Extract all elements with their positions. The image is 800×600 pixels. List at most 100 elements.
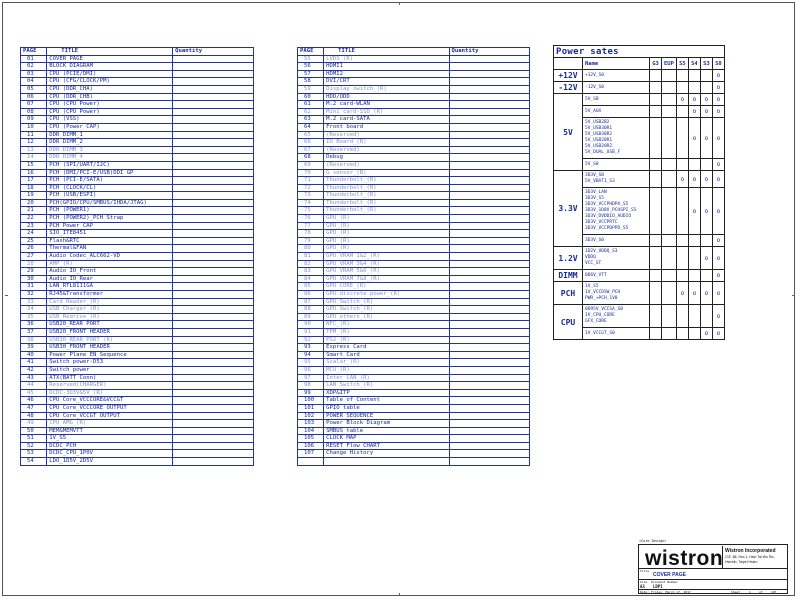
- index-row: 30 Audio IO_Rear: [19, 274, 254, 284]
- page-quantity: [448, 153, 531, 162]
- rail-names: +12V_S0: [582, 69, 650, 82]
- rail-names: 1V_S5 1V_VCCDSW_PCH PWR_+PCH_1V0: [582, 281, 650, 305]
- rail-group-label: PCH: [553, 281, 583, 305]
- index-row: 94 Smart Card: [296, 350, 531, 360]
- rail-names: 5V_S0: [582, 158, 650, 171]
- state-cell: o: [687, 105, 701, 118]
- page-number: 103: [296, 419, 325, 428]
- state-cell: [649, 269, 662, 282]
- page-number: 45: [19, 388, 48, 398]
- page-title: SMBUS table: [323, 426, 450, 436]
- state-on-mark: o: [704, 289, 709, 297]
- state-on-mark: o: [716, 72, 721, 79]
- state-on-mark: o: [680, 96, 685, 103]
- index-row: 78 GPU_(R): [296, 229, 531, 238]
- index-row: 63 M.2 card-SATA: [296, 115, 531, 124]
- state-on-mark: o: [692, 96, 697, 103]
- index-row: 03 CPU (PCIE/DMI): [19, 69, 254, 79]
- page-quantity: [448, 244, 531, 254]
- state-cell: [649, 93, 662, 106]
- name-header: Name: [582, 57, 650, 70]
- state-cell: o: [699, 170, 713, 188]
- page-number: 47: [19, 403, 48, 413]
- power-rail-row: +12V +12V_S0 o: [553, 69, 725, 82]
- page-title: NFC_(R): [323, 320, 450, 329]
- company-address-1: 21F, 88, Sec.1, Hsin Tai Wu Rd.,: [725, 555, 776, 559]
- index-row: 36 USB20_REAR PORT: [19, 320, 254, 329]
- page-title: Card Reader_(R): [46, 297, 174, 307]
- state-cell: [661, 81, 677, 94]
- date-label: Date:: [640, 590, 650, 594]
- page-title: CPU Core_VCCCORE&VCCGT: [46, 396, 174, 405]
- state-cell: o: [699, 117, 713, 159]
- index-row: 18 PCH (CLOCK/CL): [19, 183, 254, 193]
- page-number: 14: [19, 153, 48, 162]
- state-on-mark: o: [716, 134, 721, 142]
- index-row: 21 PCH (POWER1): [19, 206, 254, 216]
- page-number: 93: [296, 343, 325, 352]
- page-title: CPU (DDR_CHB): [46, 92, 174, 102]
- page-quantity: [172, 153, 254, 162]
- power-rail-row: CPU 0D95V_VCCSA_S0 1V_CPU_CORE GFX_CORE o: [553, 304, 725, 340]
- index-row: 27 Audio Codec_ALC662-VD: [19, 252, 254, 261]
- state-cell: [687, 246, 701, 270]
- page-title: Display switch_(R): [323, 84, 450, 94]
- state-cell: o: [711, 246, 725, 270]
- page-quantity: [172, 176, 254, 185]
- state-cell: [675, 105, 689, 118]
- page-number: 52: [19, 441, 48, 451]
- page-number: 51: [19, 434, 48, 443]
- state-header: S0: [711, 57, 725, 70]
- rail-names: 5V_SB: [582, 93, 650, 106]
- page-number: 41: [19, 358, 48, 367]
- page-title: GPU_(R): [323, 236, 450, 246]
- rail-names: 1D2V_VDDQ_S3 VDDQ VCC_ST: [582, 246, 650, 270]
- power-rail-row: DIMM 0D6V_VTT o: [553, 269, 725, 282]
- page-quantity: [448, 62, 531, 71]
- page-number: 90: [296, 320, 325, 329]
- index-row: 41 Switch power-D53: [19, 358, 254, 367]
- index-row: 45 DCDC-3D3V&5V_(R): [19, 388, 254, 398]
- page-title: HDMI2: [323, 69, 450, 79]
- sheet-title: COVER PAGE: [653, 572, 686, 578]
- page-title: CPU (CPU Power): [46, 100, 174, 109]
- state-cell: [649, 281, 662, 305]
- page-title: COVER PAGE: [46, 54, 174, 64]
- page-title: Express Card: [323, 343, 450, 352]
- index-row: 55 LVDS_(R): [296, 54, 531, 64]
- page-number: 75: [296, 206, 325, 216]
- rail-name: 1V_VCCGT_S0: [585, 330, 615, 336]
- col-quantity: Quantity: [448, 47, 531, 56]
- index-row: 74 Thunderbolt_(R): [296, 198, 531, 208]
- state-on-mark: o: [716, 237, 721, 244]
- page-number: 89: [296, 312, 325, 322]
- page-number: 68: [296, 153, 325, 162]
- page-quantity: [448, 252, 531, 261]
- index-row: 76 GPU_(R): [296, 214, 531, 223]
- state-cell: [661, 170, 677, 188]
- page-number: 83: [296, 267, 325, 276]
- page-quantity: [172, 411, 254, 421]
- page-title: Mini card-SSD_(R): [323, 107, 450, 117]
- page-title: MCU_(R): [323, 365, 450, 375]
- page-number: 29: [19, 267, 48, 276]
- page-title: GPU VRAM 1&2_(R): [323, 252, 450, 261]
- index-row: 53 DCDC_CPU_1P0V: [19, 449, 254, 459]
- state-cell: [675, 327, 689, 340]
- page-title: DCDC_PCH: [46, 441, 174, 451]
- index-row: 57 HDMI2: [296, 69, 531, 79]
- page-number: 91: [296, 327, 325, 337]
- page-quantity: [172, 77, 254, 86]
- index-row: 89 GPU others_(R): [296, 312, 531, 322]
- index-row: 32 RJ45&Transformer: [19, 290, 254, 299]
- rail-group-label: +12V: [553, 69, 583, 82]
- index-row: 38 USB30_REAR PORT (R): [19, 335, 254, 345]
- page-number: 28: [19, 259, 48, 269]
- rail-name: 5V_S0: [585, 161, 599, 167]
- page-quantity: [172, 274, 254, 284]
- state-cell: [661, 69, 677, 82]
- index-row: 69 (Reserved): [296, 160, 531, 170]
- index-row: 23 PCH Power CAP: [19, 221, 254, 231]
- page-quantity: [448, 100, 531, 109]
- page-quantity: [172, 160, 254, 170]
